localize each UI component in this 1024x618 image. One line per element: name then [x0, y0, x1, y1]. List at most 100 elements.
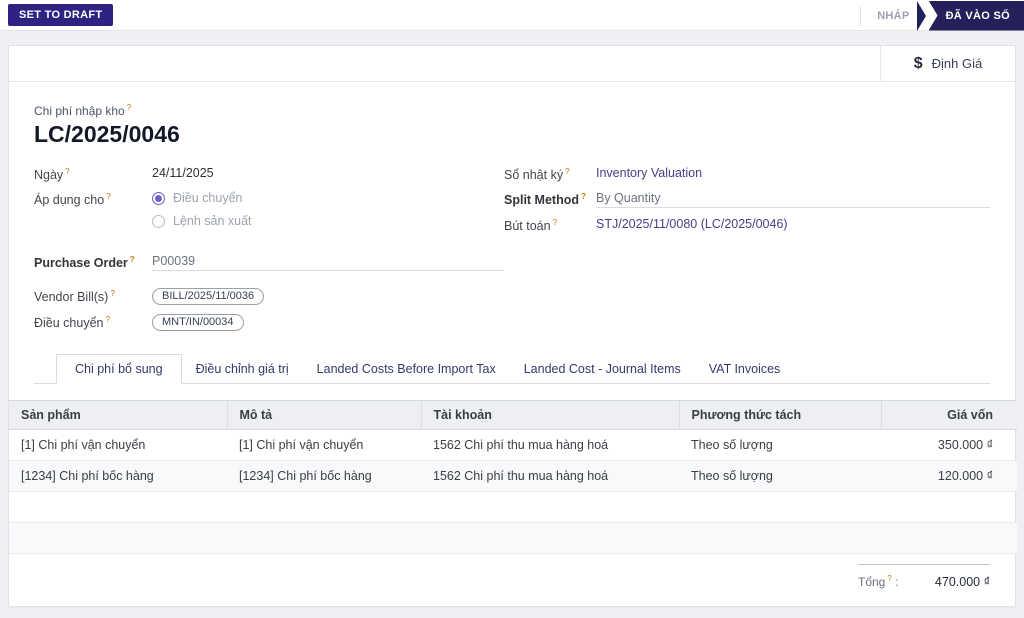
status-stage-draft[interactable]: NHÁP — [877, 10, 909, 22]
help-icon[interactable]: ? — [65, 167, 69, 176]
help-icon[interactable]: ? — [565, 167, 569, 176]
apply-on-radio-group: Điều chuyển Lệnh sản xuất — [152, 191, 504, 237]
journal-label: Sổ nhật ký? — [504, 166, 596, 182]
journal-entry-label: Bút toán? — [504, 217, 596, 233]
cell-split-method[interactable]: Theo số lượng — [679, 429, 881, 462]
cell-cost[interactable]: 120.000 ₫ — [881, 460, 1017, 493]
top-control-bar: SET TO DRAFT NHÁP ĐÃ VÀO SỔ — [0, 0, 1024, 31]
help-icon[interactable]: ? — [553, 218, 557, 227]
table-row[interactable]: [1234] Chi phí bốc hàng [1234] Chi phí b… — [9, 460, 1017, 493]
status-divider — [860, 5, 862, 26]
cell-cost[interactable]: 350.000 ₫ — [881, 429, 1017, 462]
purchase-order-label-text: Purchase Order — [34, 256, 128, 271]
journal-link[interactable]: Inventory Valuation — [596, 166, 990, 180]
help-icon[interactable]: ? — [110, 289, 114, 298]
purchase-order-label: Purchase Order? — [34, 254, 152, 270]
table-row[interactable]: [1] Chi phí vận chuyển [1] Chi phí vận c… — [9, 429, 1017, 462]
column-header-split-method[interactable]: Phương thức tách — [678, 400, 881, 431]
tab-valuation-adjustments[interactable]: Điều chỉnh giá trị — [182, 355, 303, 383]
cost-lines-table: Sản phẩm Mô tả Tài khoản Phương thức tác… — [9, 400, 1017, 555]
help-icon[interactable]: ? — [106, 192, 110, 201]
date-label: Ngày? — [34, 166, 152, 182]
vendor-bills-label-text: Vendor Bill(s) — [34, 290, 109, 305]
column-header-description[interactable]: Mô tả — [226, 400, 421, 431]
split-method-select[interactable]: By Quantity — [596, 191, 990, 209]
tab-vat-invoices[interactable]: VAT Invoices — [695, 355, 795, 383]
transfer-tag[interactable]: MNT/IN/00034 — [152, 314, 244, 332]
field-journal-entry: Bút toán? STJ/2025/11/0080 (LC/2025/0046… — [504, 217, 990, 233]
title-field-label-text: Chi phí nhập kho — [34, 104, 125, 118]
total-label: Tổng? : — [858, 574, 899, 589]
help-icon[interactable]: ? — [581, 192, 586, 201]
radio-option-label: Lệnh sản xuất — [173, 214, 252, 229]
help-icon[interactable]: ? — [887, 574, 891, 583]
transfers-label: Điều chuyển? — [34, 314, 152, 330]
status-bar: NHÁP ĐÃ VÀO SỔ — [860, 0, 1024, 31]
journal-label-text: Sổ nhật ký — [504, 168, 564, 183]
field-apply-on: Áp dụng cho? Điều chuyển Lệnh sản xuất — [34, 191, 504, 237]
journal-entry-link[interactable]: STJ/2025/11/0080 (LC/2025/0046) — [596, 217, 990, 231]
form-sheet: $ Định Giá Chi phí nhập kho? LC/2025/004… — [8, 45, 1017, 607]
radio-option-transfers[interactable]: Điều chuyển — [152, 191, 504, 205]
total-value: 470.000 ₫ — [934, 575, 990, 590]
valuation-button-label: Định Giá — [931, 56, 983, 71]
page-title: LC/2025/0046 — [34, 121, 180, 147]
radio-option-manufacturing[interactable]: Lệnh sản xuất — [152, 214, 504, 228]
field-date: Ngày? 24/11/2025 — [34, 166, 504, 182]
tab-landed-cost-journal-items[interactable]: Landed Cost - Journal Items — [510, 355, 695, 383]
table-empty-row — [9, 491, 1017, 524]
split-method-label: Split Method? — [504, 191, 596, 207]
radio-unselected-icon[interactable] — [152, 214, 165, 228]
notebook-tabs: Chi phí bổ sung Điều chỉnh giá trị Lande… — [34, 354, 990, 385]
split-method-label-text: Split Method — [504, 193, 579, 208]
field-purchase-order: Purchase Order? P00039 — [34, 254, 504, 272]
tab-landed-costs-before-import-tax[interactable]: Landed Costs Before Import Tax — [303, 355, 510, 383]
radio-selected-icon[interactable] — [152, 191, 165, 205]
radio-option-label: Điều chuyển — [173, 191, 243, 206]
cell-account[interactable]: 1562 Chi phí thu mua hàng hoá — [421, 429, 679, 462]
field-journal: Sổ nhật ký? Inventory Valuation — [504, 166, 990, 182]
column-header-product[interactable]: Sản phẩm — [9, 400, 227, 431]
cell-product[interactable]: [1] Chi phí vận chuyển — [9, 429, 227, 462]
purchase-order-input[interactable]: P00039 — [152, 254, 504, 272]
field-transfers: Điều chuyển? MNT/IN/00034 — [34, 314, 504, 332]
table-header-row: Sản phẩm Mô tả Tài khoản Phương thức tác… — [9, 400, 1017, 431]
transfers-label-text: Điều chuyển — [34, 316, 104, 331]
cell-description[interactable]: [1] Chi phí vận chuyển — [227, 429, 421, 462]
help-icon[interactable]: ? — [130, 255, 135, 264]
fields-right-column: Sổ nhật ký? Inventory Valuation Split Me… — [504, 166, 990, 340]
vendor-bills-value: BILL/2025/11/0036 — [152, 288, 504, 306]
column-header-account[interactable]: Tài khoản — [420, 400, 679, 431]
valuation-button[interactable]: $ Định Giá — [880, 46, 1015, 81]
cell-split-method[interactable]: Theo số lượng — [679, 460, 881, 493]
apply-on-label-text: Áp dụng cho — [34, 193, 105, 208]
status-arrow-icon — [916, 0, 926, 31]
vendor-bills-label: Vendor Bill(s)? — [34, 288, 152, 304]
cell-account[interactable]: 1562 Chi phí thu mua hàng hoá — [421, 460, 679, 493]
tab-additional-costs[interactable]: Chi phí bổ sung — [56, 354, 182, 385]
set-to-draft-button[interactable]: SET TO DRAFT — [8, 4, 114, 26]
help-icon[interactable]: ? — [127, 103, 131, 112]
status-stage-posted[interactable]: ĐÃ VÀO SỔ — [928, 0, 1024, 31]
title-field-label: Chi phí nhập kho? — [34, 103, 990, 118]
total-colon: : — [895, 575, 899, 590]
table-empty-row — [9, 522, 1017, 555]
cell-product[interactable]: [1234] Chi phí bốc hàng — [9, 460, 227, 493]
column-header-cost[interactable]: Giá vốn — [880, 400, 1017, 431]
field-vendor-bills: Vendor Bill(s)? BILL/2025/11/0036 — [34, 288, 504, 306]
total-label-text: Tổng — [858, 575, 886, 590]
button-box: $ Định Giá — [9, 46, 1015, 82]
cell-description[interactable]: [1234] Chi phí bốc hàng — [227, 460, 421, 493]
total-section: Tổng? : 470.000 ₫ — [858, 564, 990, 589]
date-label-text: Ngày — [34, 168, 64, 183]
fields-left-column: Ngày? 24/11/2025 Áp dụng cho? Điều chuyể… — [34, 166, 504, 340]
transfers-value: MNT/IN/00034 — [152, 314, 504, 332]
dollar-icon: $ — [913, 54, 923, 72]
vendor-bill-tag[interactable]: BILL/2025/11/0036 — [152, 288, 265, 306]
date-value[interactable]: 24/11/2025 — [152, 166, 504, 180]
help-icon[interactable]: ? — [106, 315, 110, 324]
journal-entry-label-text: Bút toán — [504, 219, 551, 234]
apply-on-label: Áp dụng cho? — [34, 191, 152, 207]
title-block: Chi phí nhập kho? LC/2025/0046 — [34, 103, 990, 148]
field-split-method: Split Method? By Quantity — [504, 191, 990, 209]
